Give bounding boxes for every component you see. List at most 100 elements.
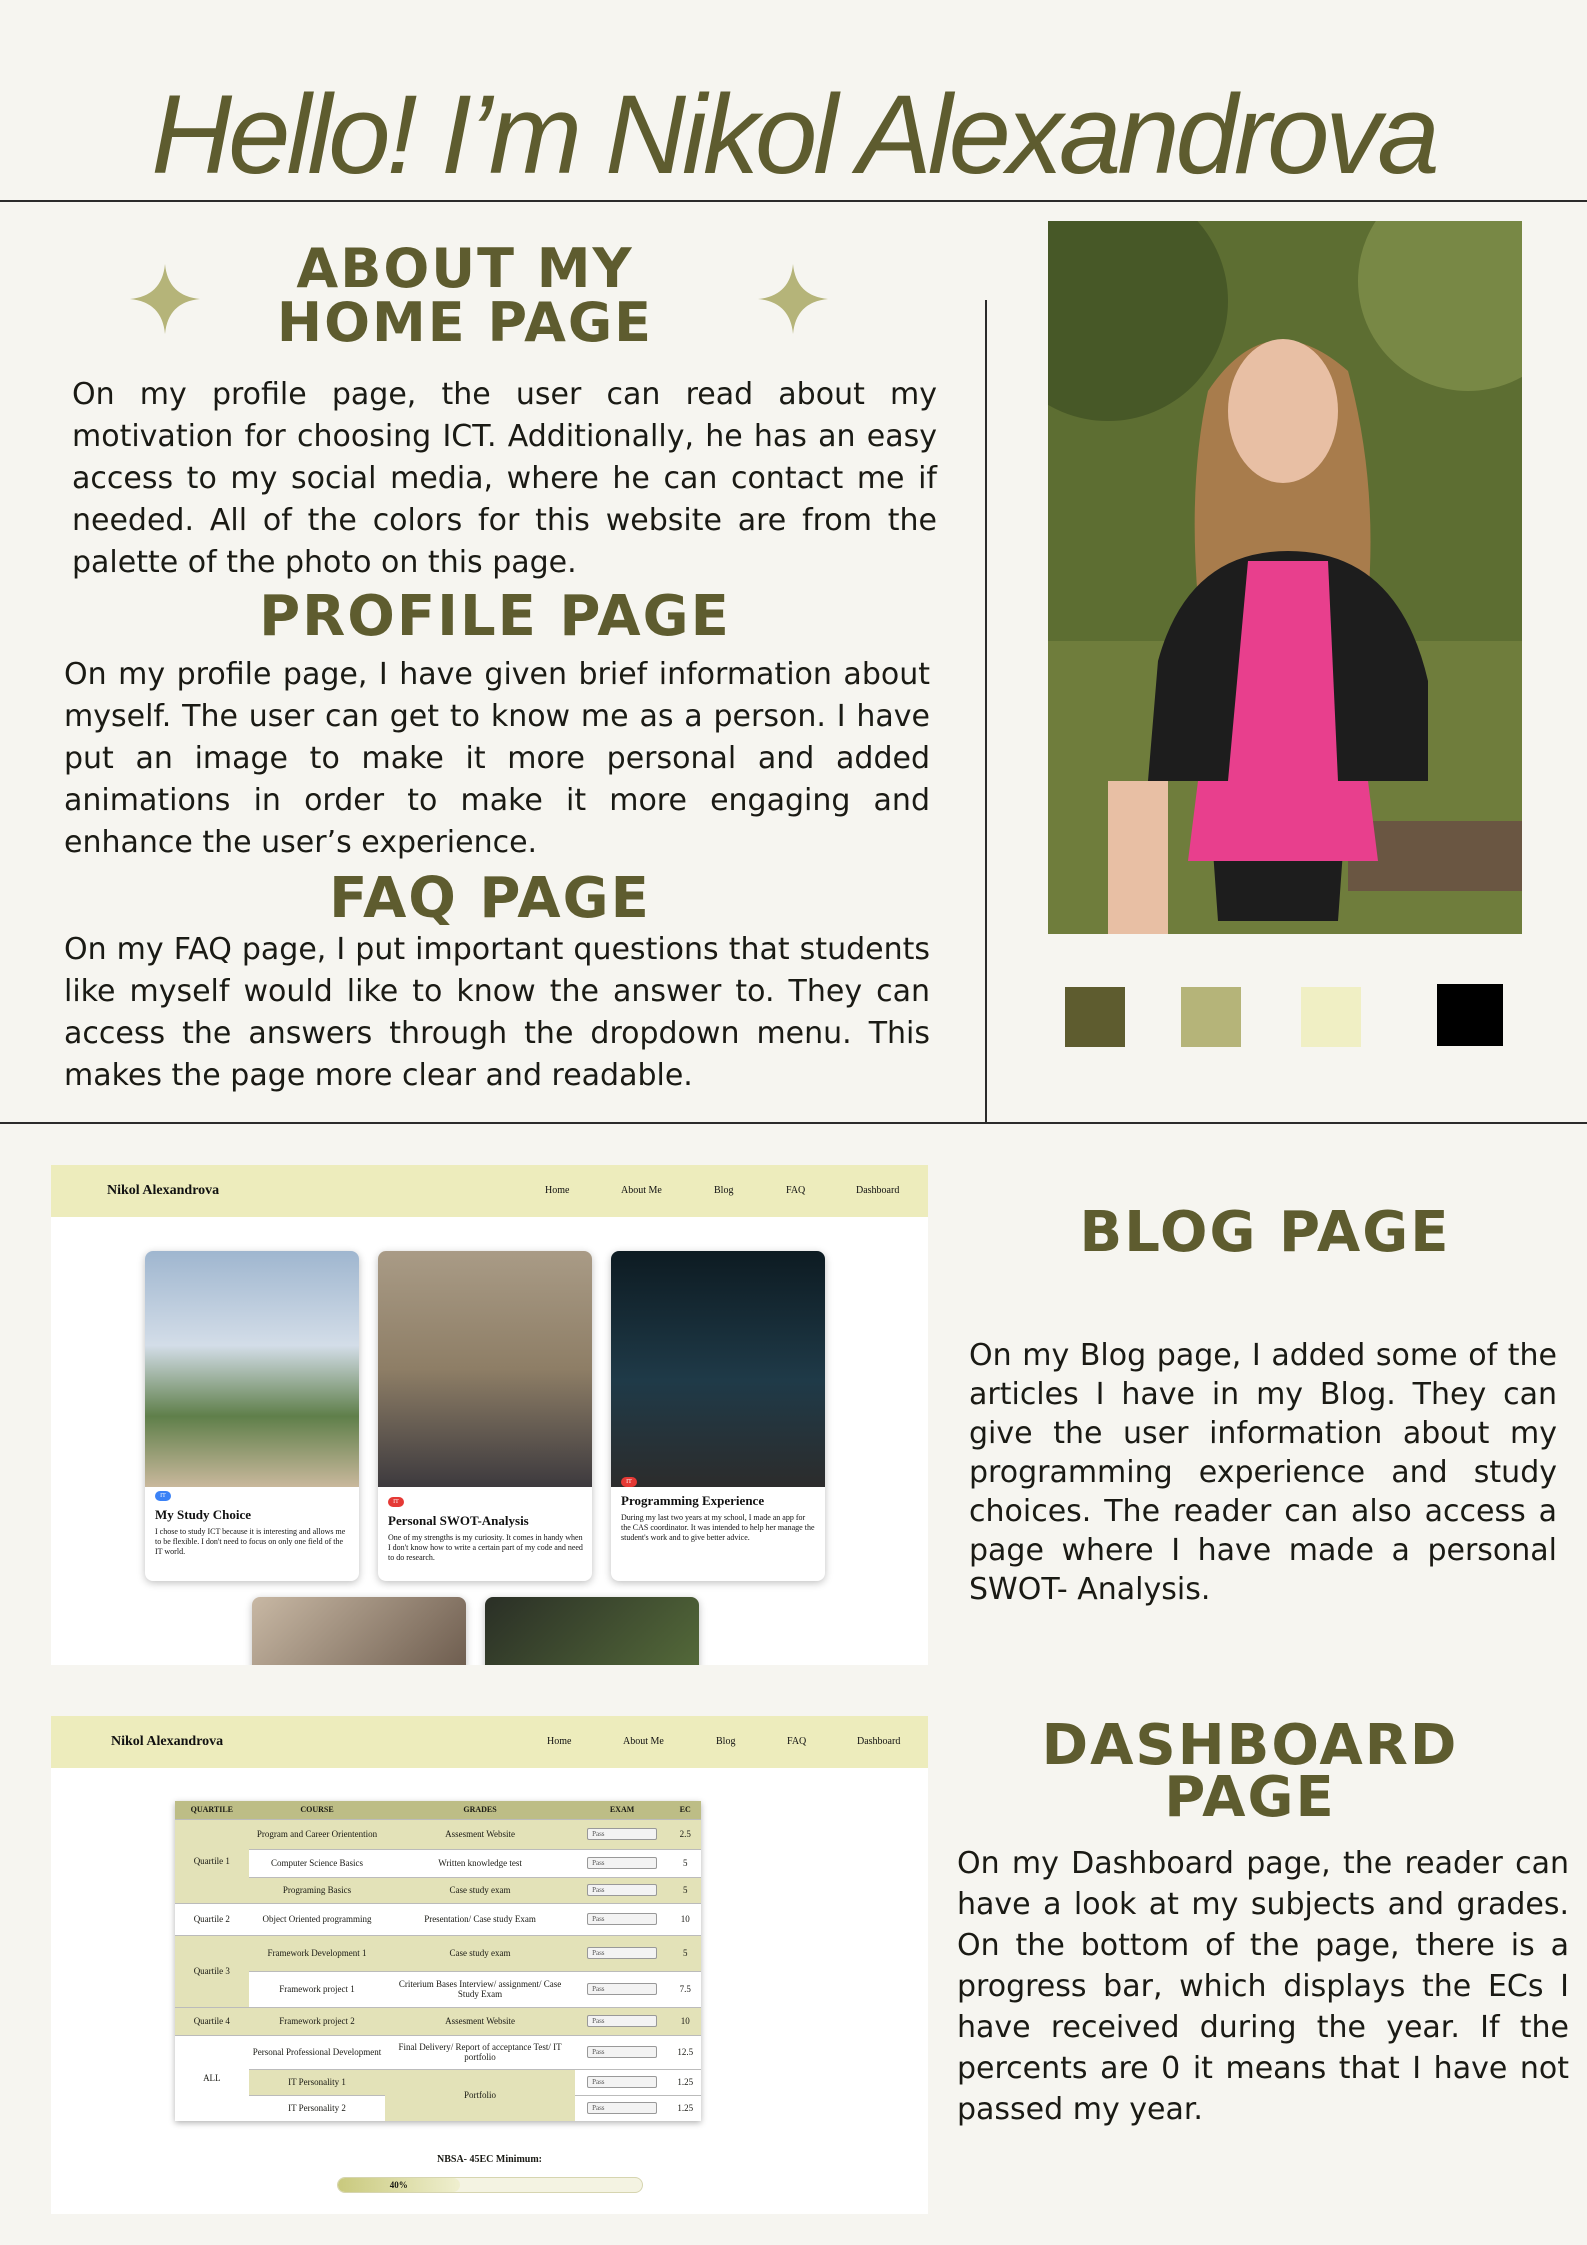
course-cell: Framework project 2 bbox=[248, 2006, 386, 2035]
portrait-illustration bbox=[1048, 221, 1522, 934]
palette-swatch-cream bbox=[1301, 987, 1361, 1047]
table-row: Framework project 1 Criterium Bases Inte… bbox=[175, 1970, 701, 2007]
column-header: EXAM bbox=[574, 1801, 670, 1819]
grade-cell: Presentation/ Case study Exam bbox=[385, 1902, 575, 1935]
exam-cell: Pass bbox=[574, 1818, 670, 1849]
blog-card-image bbox=[378, 1251, 592, 1487]
blog-card-image bbox=[145, 1251, 359, 1487]
faq-heading: FAQ PAGE bbox=[329, 866, 651, 931]
dashboard-heading: DASHBOARD PAGE bbox=[990, 1718, 1510, 1826]
mockup-nav-home: Home bbox=[545, 1185, 570, 1196]
table-row: Quartile 1 Program and Career Oriententi… bbox=[175, 1818, 701, 1903]
section-divider bbox=[0, 1122, 1587, 1124]
exam-select[interactable]: Pass bbox=[587, 2015, 658, 2027]
palette-swatch-olive bbox=[1181, 987, 1241, 1047]
blog-card-title: Personal SWOT-Analysis bbox=[388, 1513, 529, 1528]
column-header: EC bbox=[669, 1801, 701, 1819]
exam-select[interactable]: Pass bbox=[587, 1828, 658, 1840]
ec-cell: 5 bbox=[669, 1934, 701, 1971]
mockup-nav-about: About Me bbox=[621, 1185, 662, 1196]
mockup-navbar: Nikol Alexandrova Home About Me Blog FAQ… bbox=[51, 1165, 928, 1217]
ec-cell: 1.25 bbox=[669, 2094, 701, 2121]
exam-cell: Pass bbox=[574, 1902, 670, 1935]
blog-card-image bbox=[252, 1597, 466, 1665]
blog-card: IT My Study Choice I chose to study ICT … bbox=[145, 1251, 359, 1581]
sparkle-icon bbox=[130, 264, 200, 334]
blog-card: IT Personal SWOT-Analysis One of my stre… bbox=[378, 1251, 592, 1581]
quartile-cell: Quartile 4 bbox=[175, 2006, 249, 2035]
course-cell: Computer Science Basics bbox=[248, 1848, 386, 1877]
course-cell: Framework Development 1 bbox=[248, 1934, 386, 1971]
mockup-nav-dashboard: Dashboard bbox=[856, 1185, 900, 1196]
title-divider bbox=[0, 200, 1587, 202]
palette-swatch-dark-olive bbox=[1065, 987, 1125, 1047]
blog-card-image bbox=[485, 1597, 699, 1665]
grade-cell: Final Delivery/ Report of acceptance Tes… bbox=[385, 2034, 575, 2069]
grades-table: QUARTILE COURSE GRADES EXAM EC Quartile … bbox=[175, 1801, 701, 2121]
grade-cell: Written knowledge test bbox=[385, 1848, 575, 1877]
exam-select[interactable]: Pass bbox=[587, 1983, 658, 1995]
exam-cell: Pass bbox=[574, 2034, 670, 2069]
palette-swatch-black bbox=[1437, 984, 1503, 1046]
mockup-nav-faq: FAQ bbox=[786, 1185, 806, 1196]
ec-cell: 5 bbox=[669, 1848, 701, 1877]
profile-heading: PROFILE PAGE bbox=[259, 584, 731, 649]
exam-select[interactable]: Pass bbox=[587, 1884, 658, 1896]
mockup-navbar: Nikol Alexandrova Home About Me Blog FAQ… bbox=[51, 1716, 928, 1768]
course-cell: Programing Basics bbox=[248, 1876, 386, 1903]
exam-select[interactable]: Pass bbox=[587, 2046, 658, 2058]
blog-card-partial bbox=[485, 1597, 699, 1665]
blog-card: IT Programming Experience During my last… bbox=[611, 1251, 825, 1581]
grade-cell: Criterium Bases Interview/ assignment/ C… bbox=[385, 1970, 575, 2007]
mockup-nav-dashboard: Dashboard bbox=[857, 1736, 901, 1747]
column-header: COURSE bbox=[248, 1801, 386, 1819]
grade-cell: Assesment Website bbox=[385, 2006, 575, 2035]
ec-progress-fill: 40% bbox=[338, 2178, 460, 2192]
blog-card-image bbox=[611, 1251, 825, 1487]
blog-text: On my Blog page, I added some of the art… bbox=[969, 1338, 1557, 1607]
mockup-nav-home: Home bbox=[547, 1736, 572, 1747]
blog-page-screenshot: Nikol Alexandrova Home About Me Blog FAQ… bbox=[51, 1165, 928, 1665]
mockup-nav-blog: Blog bbox=[714, 1185, 734, 1196]
ec-cell: 2.5 bbox=[669, 1818, 701, 1849]
exam-select[interactable]: Pass bbox=[587, 1913, 658, 1925]
quartile-cell: ALL bbox=[175, 2034, 249, 2121]
exam-cell: Pass bbox=[574, 1934, 670, 1971]
blog-card-text: One of my strengths is my curiosity. It … bbox=[388, 1533, 583, 1562]
ec-progress-bar: 40% bbox=[337, 2177, 643, 2193]
grade-cell: Assesment Website bbox=[385, 1818, 575, 1849]
ec-cell: 10 bbox=[669, 2006, 701, 2035]
mockup-brand: Nikol Alexandrova bbox=[107, 1183, 220, 1198]
exam-select[interactable]: Pass bbox=[587, 1947, 658, 1959]
about-heading-line2: HOME PAGE bbox=[276, 291, 654, 354]
exam-cell: Pass bbox=[574, 1970, 670, 2007]
about-heading: ABOUT MY HOME PAGE bbox=[220, 242, 710, 350]
blog-card-tag: IT bbox=[388, 1497, 404, 1507]
course-cell: Program and Career Orientention bbox=[248, 1818, 386, 1849]
grade-cell: Case study exam bbox=[385, 1876, 575, 1903]
exam-cell: Pass bbox=[574, 2094, 670, 2121]
blog-card-title: Programming Experience bbox=[621, 1493, 765, 1508]
grade-cell: Portfolio bbox=[385, 2068, 575, 2121]
dashboard-page-screenshot: Nikol Alexandrova Home About Me Blog FAQ… bbox=[51, 1716, 928, 2214]
exam-select[interactable]: Pass bbox=[587, 1857, 658, 1869]
quartile-cell: Quartile 3 bbox=[175, 1934, 249, 2007]
exam-select[interactable]: Pass bbox=[587, 2102, 658, 2115]
table-header-row: QUARTILE COURSE GRADES EXAM EC bbox=[175, 1801, 701, 1819]
exam-cell: Pass bbox=[574, 2006, 670, 2035]
table-row: Programing Basics Case study exam Pass 5 bbox=[175, 1876, 701, 1903]
ec-cell: 12.5 bbox=[669, 2034, 701, 2069]
profile-photo bbox=[1048, 221, 1522, 934]
mockup-nav-blog: Blog bbox=[716, 1736, 736, 1747]
table-row: Computer Science Basics Written knowledg… bbox=[175, 1848, 701, 1877]
mockup-brand: Nikol Alexandrova bbox=[111, 1734, 224, 1749]
ec-cell: 1.25 bbox=[669, 2068, 701, 2095]
blog-card-text: During my last two years at my school, I… bbox=[621, 1513, 815, 1542]
exam-cell: Pass bbox=[574, 1876, 670, 1903]
column-header: GRADES bbox=[385, 1801, 575, 1819]
exam-cell: Pass bbox=[574, 1848, 670, 1877]
exam-select[interactable]: Pass bbox=[587, 2076, 658, 2088]
about-heading-line1: ABOUT MY bbox=[296, 237, 634, 300]
ec-cell: 7.5 bbox=[669, 1970, 701, 2007]
blog-card-partial bbox=[252, 1597, 466, 1665]
